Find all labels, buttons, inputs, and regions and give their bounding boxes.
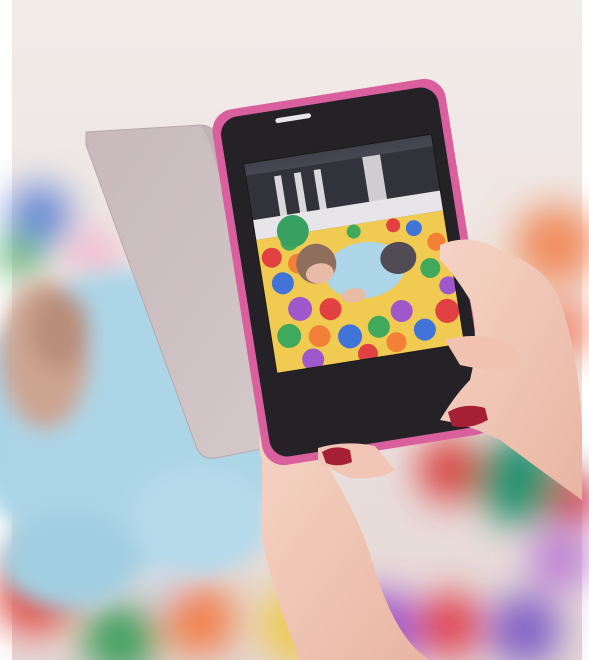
photo-frame: [0, 0, 589, 660]
photo-scene: [0, 0, 589, 660]
photo-haze: [12, 0, 582, 660]
